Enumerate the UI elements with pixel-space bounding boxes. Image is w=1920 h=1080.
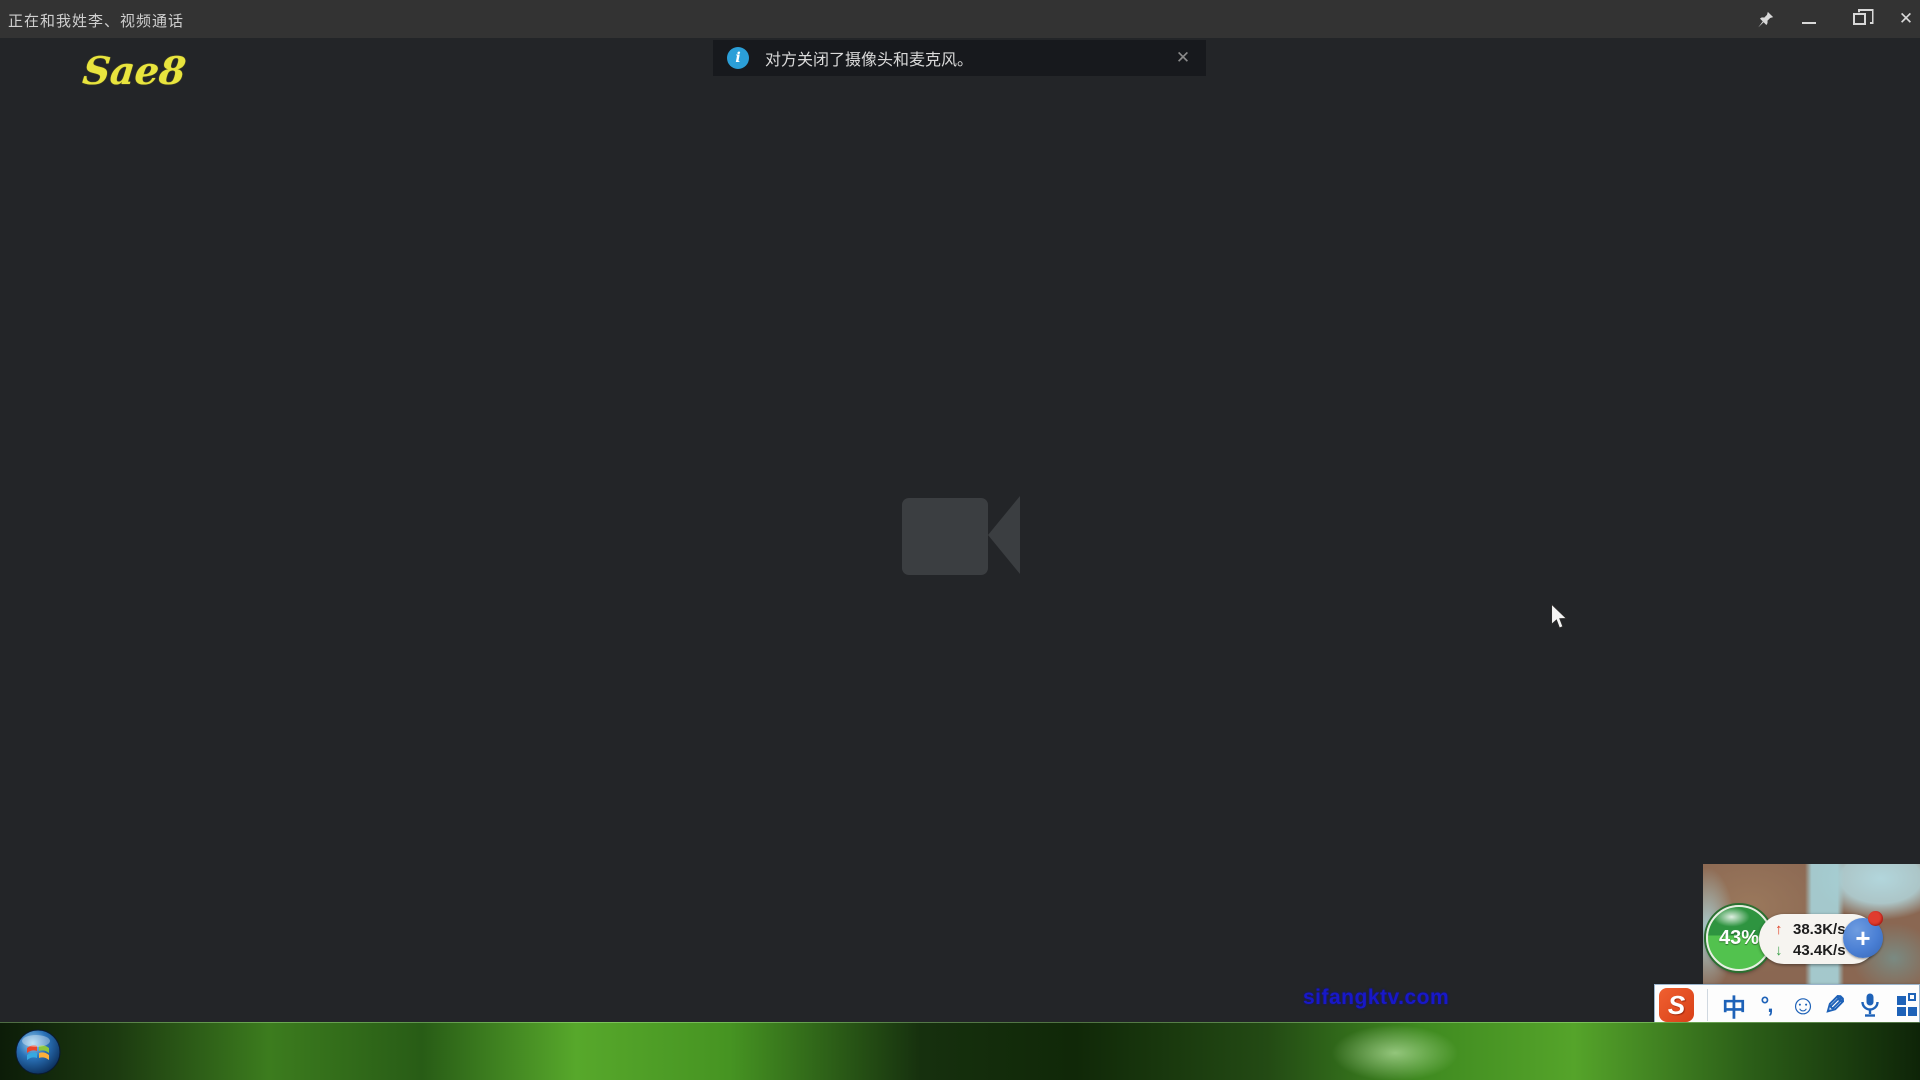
microphone-icon: [1858, 992, 1882, 1018]
banner-close-button[interactable]: ✕: [1172, 47, 1194, 69]
handwriting-button[interactable]: ✎: [1819, 989, 1851, 1021]
video-camera-icon: [902, 498, 988, 575]
upload-speed: 38.3K/s: [1793, 921, 1846, 938]
restore-icon: [1853, 13, 1866, 25]
mouse-cursor: [1548, 604, 1570, 630]
window-titlebar: 正在和我姓李、视频通话 ✕: [0, 0, 1920, 38]
toolbox-button[interactable]: [1891, 989, 1920, 1021]
notification-text: 对方关闭了摄像头和麦克风。: [765, 46, 973, 70]
screen: 正在和我姓李、视频通话 ✕ Sae8 i 对方关闭了摄像头和麦克风。 ✕ sif…: [0, 0, 1920, 1080]
chinese-mode-button[interactable]: 中: [1718, 989, 1750, 1021]
start-button[interactable]: [14, 1028, 62, 1076]
toolbox-grid-icon: [1897, 995, 1918, 1016]
toolbar-divider: [1707, 989, 1708, 1021]
restore-button[interactable]: [1844, 4, 1874, 34]
notification-dot: [1868, 911, 1883, 926]
emoji-button[interactable]: ☺: [1787, 989, 1819, 1021]
download-arrow-icon: ↓: [1775, 942, 1789, 959]
punctuation-mode-button[interactable]: °,: [1750, 989, 1782, 1021]
voice-input-button[interactable]: [1854, 989, 1886, 1021]
sogou-input-toolbar: S 中 °, ☺ ✎: [1654, 984, 1920, 1026]
close-button[interactable]: ✕: [1891, 4, 1920, 34]
minimize-icon: [1802, 22, 1816, 24]
memory-percent-value: 43%: [1719, 927, 1759, 950]
sogou-logo-icon[interactable]: S: [1659, 988, 1694, 1022]
taskbar: e ☁ 2 S 69°C CPU温度: [0, 1022, 1920, 1080]
info-icon: i: [727, 47, 749, 69]
upload-arrow-icon: ↑: [1775, 921, 1789, 938]
download-speed: 43.4K/s: [1793, 942, 1846, 959]
pin-button[interactable]: [1750, 4, 1780, 34]
notification-banner: i 对方关闭了摄像头和麦克风。 ✕: [713, 40, 1206, 76]
minimize-button[interactable]: [1794, 4, 1824, 34]
window-title: 正在和我姓李、视频通话: [8, 10, 184, 31]
pin-icon: [1757, 11, 1774, 28]
watermark-text: sifangktv.com: [1303, 986, 1449, 1010]
app-logo: Sae8: [81, 48, 188, 93]
close-icon: ✕: [1899, 9, 1913, 29]
video-camera-lens-icon: [988, 496, 1020, 574]
